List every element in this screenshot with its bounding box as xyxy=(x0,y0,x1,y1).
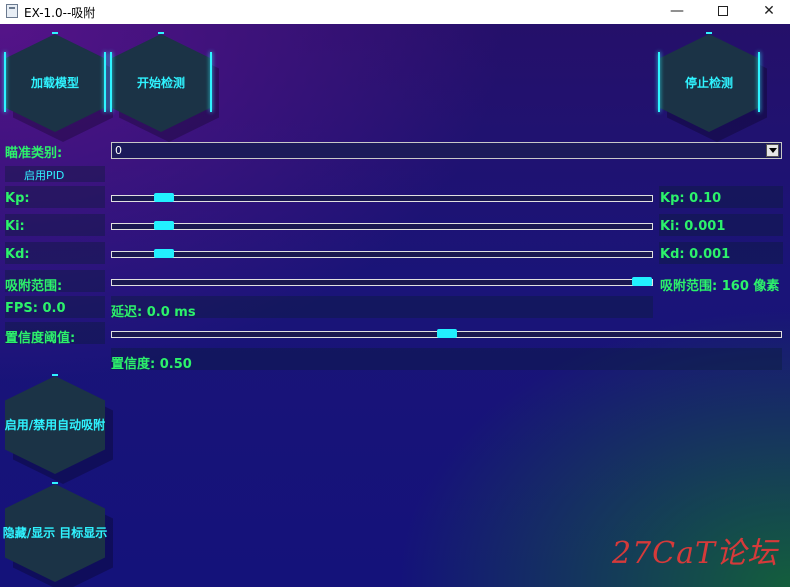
chevron-down-icon[interactable] xyxy=(766,144,779,157)
watermark: 27CaT论坛 xyxy=(612,536,779,571)
ki-label: Ki: xyxy=(5,219,25,234)
title-bar: EX-1.0--吸附 — ✕ xyxy=(0,0,790,24)
range-slider[interactable] xyxy=(111,277,653,286)
aim-category-value: 0 xyxy=(115,144,122,157)
load-model-label: 加载模型 xyxy=(30,76,79,90)
maximize-button[interactable] xyxy=(700,0,746,24)
fps-readout: FPS: 0.0 xyxy=(5,301,66,316)
aim-category-select[interactable]: 0 xyxy=(111,142,782,159)
window-title: EX-1.0--吸附 xyxy=(24,6,96,20)
confidence-value: 置信度: 0.50 xyxy=(111,357,192,372)
stop-detect-button[interactable]: 停止检测 xyxy=(658,32,767,142)
kd-label: Kd: xyxy=(5,247,30,262)
kd-slider-handle[interactable] xyxy=(154,249,174,258)
confidence-slider-handle[interactable] xyxy=(437,329,457,338)
load-model-button[interactable]: 加载模型 xyxy=(4,32,113,142)
stop-detect-label: 停止检测 xyxy=(684,76,733,90)
kp-slider-handle[interactable] xyxy=(154,193,174,202)
kp-slider[interactable] xyxy=(111,193,653,202)
range-slider-handle[interactable] xyxy=(632,277,652,286)
ki-value: Ki: 0.001 xyxy=(660,219,726,234)
pid-toggle[interactable]: 启用PID xyxy=(24,167,64,183)
app-window: EX-1.0--吸附 — ✕ 加载模型 开始检测 停止检测 瞄准类别: 0 启用… xyxy=(0,0,790,587)
range-label: 吸附范围: xyxy=(5,279,63,294)
latency-readout: 延迟: 0.0 ms xyxy=(111,305,196,320)
ki-slider-handle[interactable] xyxy=(154,221,174,230)
main-panel: 加载模型 开始检测 停止检测 瞄准类别: 0 启用PID Kp: Kp: 0.1… xyxy=(0,24,790,587)
maximize-icon xyxy=(718,6,728,16)
start-detect-button[interactable]: 开始检测 xyxy=(110,32,219,142)
kp-label: Kp: xyxy=(5,191,30,206)
kd-value: Kd: 0.001 xyxy=(660,247,731,262)
aim-category-label: 瞄准类别: xyxy=(5,146,63,161)
toggle-auto-button[interactable]: 启用/禁用自动吸附 xyxy=(5,374,113,484)
toggle-auto-label: 启用/禁用自动吸附 xyxy=(4,418,106,432)
minimize-button[interactable]: — xyxy=(654,0,700,24)
app-icon xyxy=(6,4,18,18)
range-value: 吸附范围: 160 像素 xyxy=(660,279,780,294)
close-button[interactable]: ✕ xyxy=(746,0,790,24)
kp-value: Kp: 0.10 xyxy=(660,191,722,206)
toggle-display-label: 隐藏/显示 目标显示 xyxy=(2,526,108,540)
kd-slider[interactable] xyxy=(111,249,653,258)
confidence-label: 置信度阈值: xyxy=(5,331,76,346)
start-detect-label: 开始检测 xyxy=(136,76,185,90)
ki-slider[interactable] xyxy=(111,221,653,230)
confidence-slider[interactable] xyxy=(111,329,782,338)
toggle-display-button[interactable]: 隐藏/显示 目标显示 xyxy=(3,482,113,587)
